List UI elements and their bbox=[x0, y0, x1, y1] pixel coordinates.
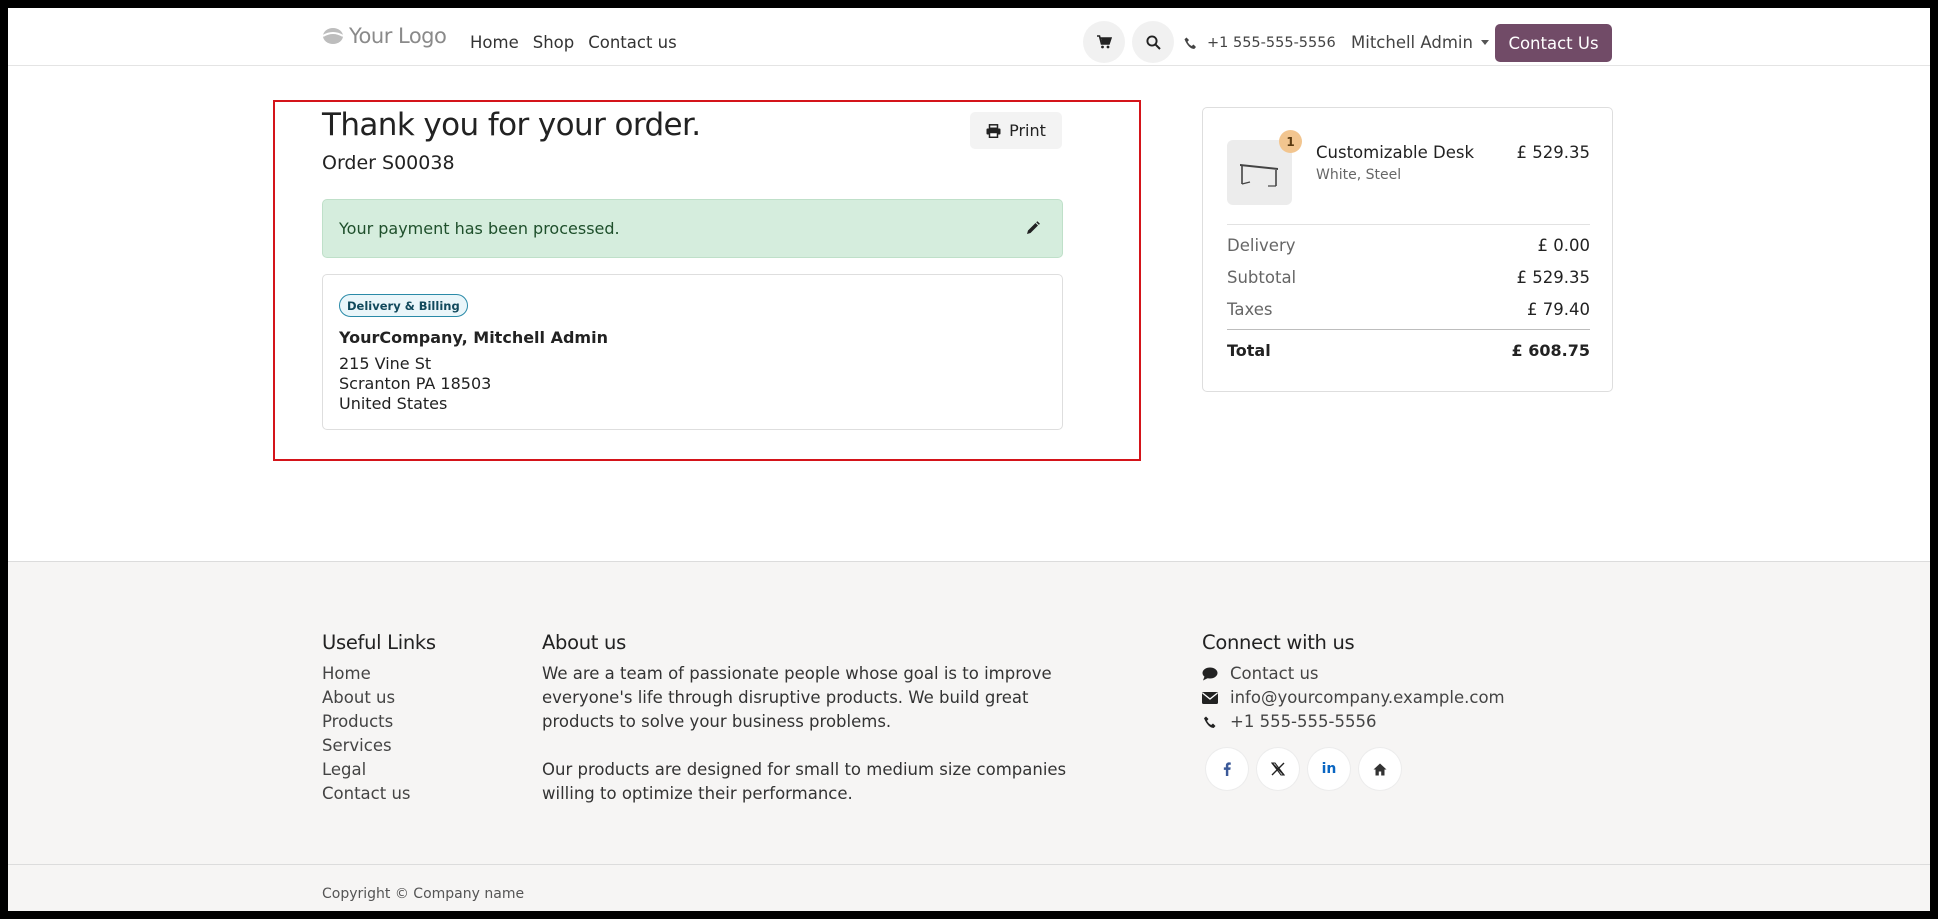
useful-links-heading: Useful Links bbox=[322, 631, 436, 654]
footer-link-services[interactable]: Services bbox=[322, 734, 411, 758]
total-value: £ 608.75 bbox=[1511, 341, 1590, 360]
taxes-row: Taxes £ 79.40 bbox=[1227, 300, 1590, 319]
desk-icon bbox=[1239, 163, 1278, 187]
address-street: 215 Vine St bbox=[339, 354, 432, 373]
about-text: We are a team of passionate people whose… bbox=[542, 662, 1082, 806]
nav-shop[interactable]: Shop bbox=[533, 33, 575, 52]
nav-home[interactable]: Home bbox=[470, 33, 519, 52]
product-price: £ 529.35 bbox=[1516, 143, 1590, 162]
order-number: Order S00038 bbox=[322, 152, 455, 174]
print-button[interactable]: Print bbox=[970, 112, 1062, 149]
about-paragraph-2: Our products are designed for small to m… bbox=[542, 760, 1067, 803]
product-name[interactable]: Customizable Desk bbox=[1316, 143, 1474, 162]
product-variant: White, Steel bbox=[1316, 167, 1402, 183]
main-nav: Home Shop Contact us bbox=[470, 33, 677, 52]
total-row: Total £ 608.75 bbox=[1227, 341, 1590, 360]
footer-link-contact-us[interactable]: Contact us bbox=[322, 782, 411, 806]
taxes-value: £ 79.40 bbox=[1527, 300, 1590, 319]
subtotal-value: £ 529.35 bbox=[1516, 268, 1590, 287]
user-name: Mitchell Admin bbox=[1351, 33, 1473, 52]
logo-icon bbox=[322, 28, 344, 44]
connect-heading: Connect with us bbox=[1202, 631, 1355, 654]
user-menu[interactable]: Mitchell Admin bbox=[1351, 33, 1489, 52]
chevron-down-icon bbox=[1480, 40, 1489, 45]
delivery-label: Delivery bbox=[1227, 236, 1296, 255]
site-footer: Useful Links Home About us Products Serv… bbox=[8, 561, 1930, 911]
header-phone-number: +1 555-555-5556 bbox=[1207, 35, 1336, 51]
cart-button[interactable] bbox=[1083, 21, 1125, 63]
address-lines: 215 Vine St Scranton PA 18503 United Sta… bbox=[339, 354, 491, 414]
site-header: Your Logo Home Shop Contact us +1 555-55 bbox=[8, 8, 1930, 66]
connect-email-label: info@yourcompany.example.com bbox=[1230, 688, 1505, 707]
divider bbox=[8, 864, 1930, 865]
delivery-row: Delivery £ 0.00 bbox=[1227, 236, 1590, 255]
phone-icon bbox=[1184, 37, 1196, 49]
connect-email[interactable]: info@yourcompany.example.com bbox=[1202, 686, 1505, 710]
payment-status-text: Your payment has been processed. bbox=[339, 219, 620, 238]
subtotal-row: Subtotal £ 529.35 bbox=[1227, 268, 1590, 287]
cart-icon bbox=[1096, 35, 1112, 49]
facebook-icon[interactable] bbox=[1206, 748, 1248, 790]
pencil-icon[interactable] bbox=[1026, 221, 1040, 235]
address-name: YourCompany, Mitchell Admin bbox=[339, 328, 608, 347]
search-icon bbox=[1145, 34, 1161, 50]
address-badge: Delivery & Billing bbox=[339, 294, 468, 317]
header-phone[interactable]: +1 555-555-5556 bbox=[1184, 35, 1336, 51]
address-city: Scranton PA 18503 bbox=[339, 374, 492, 393]
print-icon bbox=[986, 123, 1001, 138]
contact-us-button[interactable]: Contact Us bbox=[1495, 24, 1612, 62]
phone-icon bbox=[1204, 716, 1216, 728]
x-icon[interactable] bbox=[1257, 748, 1299, 790]
subtotal-label: Subtotal bbox=[1227, 268, 1297, 287]
address-card: Delivery & Billing YourCompany, Mitchell… bbox=[322, 274, 1063, 430]
useful-links-list: Home About us Products Services Legal Co… bbox=[322, 662, 411, 806]
divider bbox=[1227, 224, 1590, 225]
site-logo[interactable]: Your Logo bbox=[322, 24, 447, 48]
connect-contact[interactable]: Contact us bbox=[1202, 662, 1505, 686]
about-heading: About us bbox=[542, 631, 626, 654]
divider bbox=[1227, 329, 1590, 330]
page: Your Logo Home Shop Contact us +1 555-55 bbox=[8, 8, 1930, 911]
footer-link-products[interactable]: Products bbox=[322, 710, 411, 734]
connect-list: Contact us info@yourcompany.example.com … bbox=[1202, 662, 1505, 734]
envelope-icon bbox=[1202, 692, 1218, 704]
linkedin-icon[interactable]: in bbox=[1308, 748, 1350, 790]
logo-text: Your Logo bbox=[349, 24, 447, 48]
connect-phone[interactable]: +1 555-555-5556 bbox=[1202, 710, 1505, 734]
connect-contact-label: Contact us bbox=[1230, 664, 1319, 683]
footer-link-home[interactable]: Home bbox=[322, 662, 411, 686]
payment-status-alert: Your payment has been processed. bbox=[322, 199, 1063, 258]
about-paragraph-1: We are a team of passionate people whose… bbox=[542, 664, 1052, 731]
print-label: Print bbox=[1009, 121, 1046, 140]
comment-icon bbox=[1202, 667, 1218, 681]
quantity-badge: 1 bbox=[1279, 130, 1302, 153]
nav-contact-us[interactable]: Contact us bbox=[588, 33, 677, 52]
total-label: Total bbox=[1227, 341, 1271, 360]
page-title: Thank you for your order. bbox=[322, 107, 701, 143]
copyright-text: Copyright © Company name bbox=[322, 886, 525, 902]
social-links: in bbox=[1206, 748, 1401, 790]
taxes-label: Taxes bbox=[1227, 300, 1273, 319]
delivery-value: £ 0.00 bbox=[1537, 236, 1590, 255]
address-country: United States bbox=[339, 394, 448, 413]
search-button[interactable] bbox=[1132, 21, 1174, 63]
footer-link-about-us[interactable]: About us bbox=[322, 686, 411, 710]
home-icon[interactable] bbox=[1359, 748, 1401, 790]
connect-phone-label: +1 555-555-5556 bbox=[1230, 712, 1377, 731]
order-summary-card: 1 Customizable Desk White, Steel £ 529.3… bbox=[1202, 107, 1613, 392]
footer-link-legal[interactable]: Legal bbox=[322, 758, 411, 782]
